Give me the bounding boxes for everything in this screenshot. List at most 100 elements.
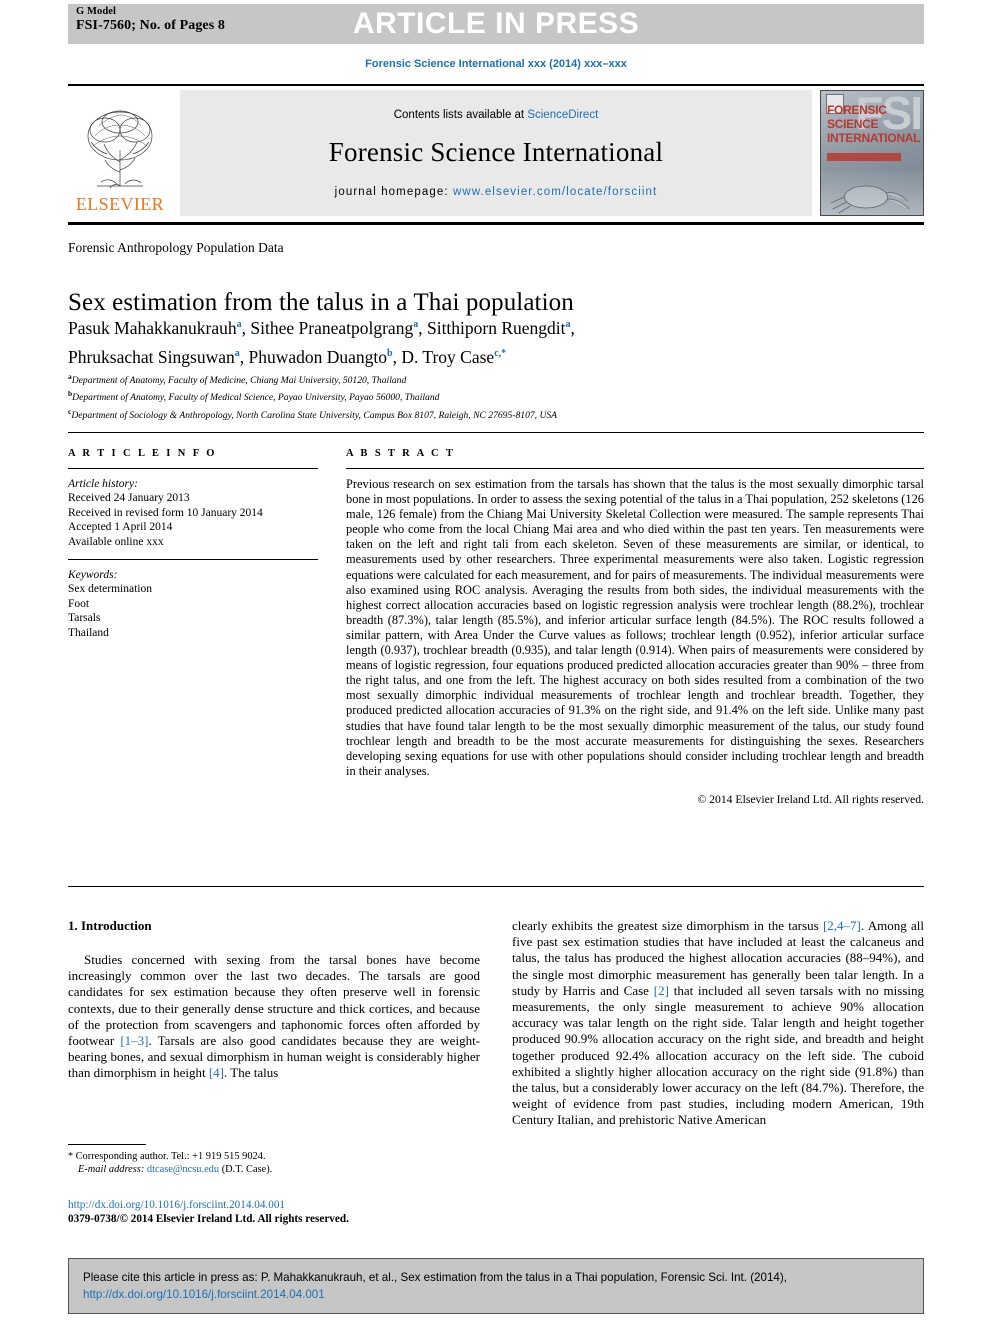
paragraph-text: clearly exhibits the greatest size dimor… [512, 918, 823, 933]
corresponding-author-footnote: * Corresponding author. Tel.: +1 919 515… [68, 1144, 480, 1177]
article-info-rule [68, 468, 318, 469]
cover-subtitle-bar [827, 153, 901, 161]
body-column-left: 1. Introduction Studies concerned with s… [68, 918, 480, 1082]
citation-reference-link[interactable]: [1–3] [120, 1033, 148, 1048]
citation-reference-link[interactable]: [2,4–7] [823, 918, 861, 933]
citation-reference-link[interactable]: [4] [209, 1065, 224, 1080]
article-section-label: Forensic Anthropology Population Data [68, 240, 284, 255]
citation-reference-link[interactable]: [2] [654, 983, 669, 998]
keywords-label: Keywords: [68, 569, 118, 582]
homepage-prefix: journal homepage: [334, 185, 453, 198]
paragraph-text: that included all seven tarsals with no … [512, 982, 924, 1128]
abstract-text: Previous research on sex estimation from… [346, 477, 924, 778]
author-name: Sitthiporn Ruengdit [426, 317, 566, 338]
author-separator: , [570, 317, 575, 338]
footnote-line-2: E-mail address: dtcase@ncsu.edu (D.T. Ca… [68, 1163, 480, 1176]
affiliation-item: aDepartment of Anatomy, Faculty of Medic… [68, 370, 888, 387]
body-column-right: clearly exhibits the greatest size dimor… [512, 918, 924, 1129]
author-line-2: Phruksachat Singsuwana, Phuwadon Duangto… [68, 341, 868, 370]
author-entry: D. Troy Casec,* [401, 347, 506, 367]
affiliation-list: aDepartment of Anatomy, Faculty of Medic… [68, 370, 888, 422]
author-name: Phuwadon Duangto [248, 346, 388, 367]
affiliation-text: Department of Anatomy, Faculty of Medici… [71, 375, 407, 387]
cite-doi-link[interactable]: http://dx.doi.org/10.1016/j.forsciint.20… [83, 1286, 909, 1303]
journal-title: Forensic Science International [328, 136, 664, 167]
article-info-heading: A R T I C L E I N F O [68, 448, 217, 459]
manuscript-id: FSI-7560; No. of Pages 8 [76, 18, 225, 33]
masthead-bottom-rule [68, 222, 924, 225]
author-name: D. Troy Case [401, 346, 495, 367]
doi-and-issn-block: http://dx.doi.org/10.1016/j.forsciint.20… [68, 1198, 480, 1226]
contents-panel: Contents lists available at ScienceDirec… [180, 90, 812, 216]
journal-homepage-link[interactable]: www.elsevier.com/locate/forsciint [453, 186, 657, 198]
contents-available-line: Contents lists available at ScienceDirec… [394, 109, 599, 121]
cite-line-1: Please cite this article in press as: P.… [83, 1271, 787, 1284]
affiliation-text: Department of Sociology & Anthropology, … [71, 409, 558, 421]
corresponding-author-marker: c,* [494, 347, 507, 359]
author-line-1: Pasuk Mahakkanukrauha, Sithee Praneatpol… [68, 312, 868, 341]
journal-running-head: Forensic Science International xxx (2014… [365, 58, 627, 70]
elsevier-wordmark: ELSEVIER [75, 194, 165, 214]
footnote-body: * Corresponding author. Tel.: +1 919 515… [68, 1150, 480, 1177]
author-entry: Phuwadon Duangtob, [248, 347, 401, 367]
footnote-line-1: * Corresponding author. Tel.: +1 919 515… [68, 1150, 480, 1163]
article-history-block: Article history: Received 24 January 201… [68, 477, 318, 549]
abstract-bottom-rule [68, 886, 924, 887]
author-name: Pasuk Mahakkanukrauh [68, 317, 237, 338]
g-model-block: G Model FSI-7560; No. of Pages 8 [76, 6, 225, 34]
keyword-item: Tarsals [68, 612, 101, 625]
abstract-top-rule [68, 432, 924, 433]
journal-homepage-line: journal homepage: www.elsevier.com/locat… [335, 186, 658, 198]
history-item: Received in revised form 10 January 2014 [68, 506, 263, 519]
history-item: Accepted 1 April 2014 [68, 521, 173, 534]
doi-link[interactable]: http://dx.doi.org/10.1016/j.forsciint.20… [68, 1198, 480, 1212]
author-name: Phruksachat Singsuwan [68, 346, 235, 367]
g-model-label: G Model [76, 6, 117, 17]
elsevier-logo: ELSEVIER [68, 90, 172, 216]
article-history-label: Article history: [68, 478, 138, 490]
author-name: Sithee Praneatpolgrang [250, 317, 414, 338]
author-entry: Sitthiporn Ruengdita, [427, 318, 575, 338]
elsevier-tree-icon [87, 110, 153, 189]
intro-paragraph-right: clearly exhibits the greatest size dimor… [512, 918, 924, 1129]
footnote-marker: * [68, 1151, 73, 1162]
email-owner: (D.T. Case). [221, 1164, 273, 1176]
section-heading-introduction: 1. Introduction [68, 918, 152, 933]
abstract-copyright: © 2014 Elsevier Ireland Ltd. All rights … [697, 792, 924, 806]
please-cite-box: Please cite this article in press as: P.… [68, 1258, 924, 1314]
cover-word-2: SCIENCE [827, 117, 879, 131]
affiliation-item: cDepartment of Sociology & Anthropology,… [68, 405, 888, 422]
author-entry: Phruksachat Singsuwana, [68, 347, 248, 367]
affiliation-text: Department of Anatomy, Faculty of Medica… [72, 392, 440, 404]
keywords-block: Keywords: Sex determination Foot Tarsals… [68, 568, 318, 640]
history-item: Available online xxx [68, 535, 164, 548]
email-link[interactable]: dtcase@ncsu.edu [147, 1164, 219, 1175]
corresponding-author-text: Corresponding author. Tel.: +1 919 515 9… [75, 1151, 266, 1162]
issn-copyright-line: 0379-0738/© 2014 Elsevier Ireland Ltd. A… [68, 1213, 349, 1225]
cover-title-words: FORENSIC SCIENCE INTERNATIONAL [827, 103, 921, 145]
history-item: Received 24 January 2013 [68, 492, 190, 505]
sciencedirect-link[interactable]: ScienceDirect [527, 109, 598, 121]
abstract-column: A B S T R A C T Previous research on sex… [346, 448, 924, 806]
keywords-rule [68, 559, 318, 561]
keyword-item: Thailand [68, 626, 109, 639]
author-entry: Sithee Praneatpolgranga, [250, 318, 427, 338]
author-separator: , [418, 317, 427, 338]
cover-word-3: INTERNATIONAL [827, 131, 921, 145]
cover-word-1: FORENSIC [827, 103, 887, 117]
journal-cover-thumbnail: FSI FORENSIC SCIENCE INTERNATIONAL [820, 90, 924, 216]
author-list: Pasuk Mahakkanukrauha, Sithee Praneatpol… [68, 312, 868, 370]
cover-foot-bones-image [821, 171, 923, 215]
author-entry: Pasuk Mahakkanukrauha, [68, 318, 250, 338]
keyword-item: Sex determination [68, 583, 152, 596]
intro-paragraph-left: Studies concerned with sexing from the t… [68, 952, 480, 1082]
email-address-label: E-mail address: [78, 1164, 145, 1176]
contents-prefix: Contents lists available at [393, 108, 528, 121]
abstract-rule [346, 468, 924, 469]
keyword-item: Foot [68, 597, 90, 610]
article-info-column: A R T I C L E I N F O Article history: R… [68, 448, 318, 640]
paragraph-text: . The talus [224, 1065, 279, 1081]
abstract-heading: A B S T R A C T [346, 448, 456, 459]
journal-masthead: ELSEVIER Contents lists available at Sci… [68, 84, 924, 218]
footnote-divider [68, 1144, 146, 1145]
